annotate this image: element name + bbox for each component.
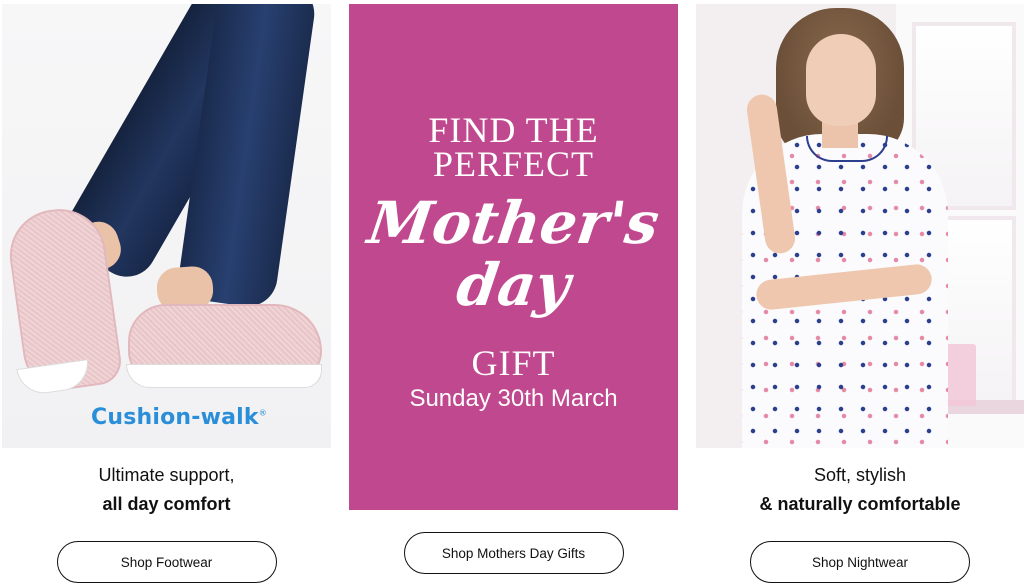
footwear-caption: Ultimate support, all day comfort	[2, 461, 331, 519]
footwear-panel: Cushion-walk® Ultimate support, all day …	[2, 4, 331, 583]
shop-nightwear-button[interactable]: Shop Nightwear	[750, 541, 970, 583]
shop-mothers-day-gifts-button[interactable]: Shop Mothers Day Gifts	[403, 532, 624, 574]
promo-date: Sunday 30th March	[409, 385, 618, 412]
nightwear-photo[interactable]	[696, 4, 1024, 448]
model-face	[806, 34, 876, 126]
nightwear-caption-line2: & naturally comfortable	[759, 494, 961, 514]
mothers-day-panel: FIND THE PERFECT Mother's day GIFT Sunda…	[349, 4, 678, 574]
footwear-caption-line1: Ultimate support,	[98, 465, 235, 485]
cushion-walk-logo: Cushion-walk®	[91, 405, 267, 430]
nightwear-caption: Soft, stylish & naturally comfortable	[696, 461, 1024, 519]
registered-mark: ®	[258, 408, 267, 418]
brand-name: Cushion-walk	[91, 405, 259, 430]
promo-gift: GIFT	[471, 343, 556, 383]
promo-heading-line1: FIND THE	[428, 110, 599, 150]
shoe-sole-right	[126, 364, 322, 388]
shop-footwear-button[interactable]: Shop Footwear	[56, 541, 277, 583]
promo-script-mothers: Mother's	[363, 189, 664, 257]
footwear-photo[interactable]: Cushion-walk®	[2, 4, 331, 448]
nightwear-panel: Soft, stylish & naturally comfortable Sh…	[696, 4, 1024, 583]
nightwear-caption-line1: Soft, stylish	[813, 465, 907, 485]
nightdress-collar	[806, 136, 888, 162]
mothers-day-promo-banner[interactable]: FIND THE PERFECT Mother's day GIFT Sunda…	[349, 4, 678, 510]
promo-heading-line2: PERFECT	[432, 144, 595, 184]
promo-script-day: day	[452, 251, 575, 319]
footwear-caption-line2: all day comfort	[102, 494, 231, 514]
